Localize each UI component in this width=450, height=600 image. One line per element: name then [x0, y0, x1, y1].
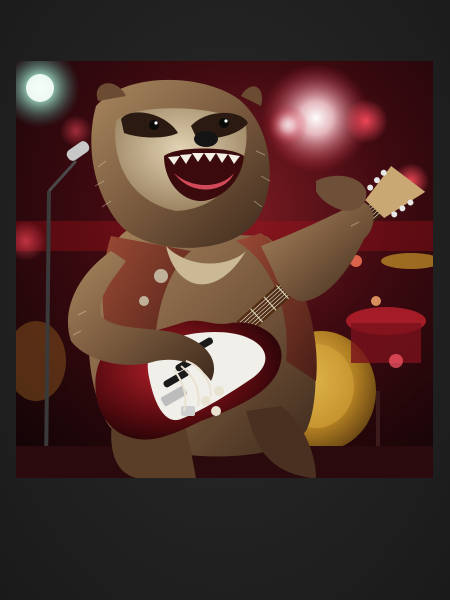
guitar-knob [201, 396, 211, 406]
tom-drum-shell [351, 323, 421, 363]
spotlight-left-core [26, 74, 54, 102]
sloth-eye-left [149, 120, 159, 130]
guitar-knob [211, 406, 221, 416]
concert-artwork [16, 61, 433, 478]
vest-stud [154, 269, 168, 283]
bokeh-light [371, 296, 381, 306]
bokeh-light [344, 99, 388, 143]
vest-stud [139, 296, 149, 306]
sloth-nose [194, 131, 218, 147]
eye-highlight [224, 119, 228, 123]
eye-highlight [154, 121, 158, 125]
print-backdrop [0, 0, 450, 600]
guitar-jack-plate [181, 406, 195, 416]
sloth-eye-right [219, 118, 229, 128]
sloth-rocker-illustration [16, 61, 433, 478]
spotlight-right-secondary [268, 105, 308, 145]
guitar-knob [214, 386, 224, 396]
bokeh-light [60, 115, 92, 147]
bokeh-light [389, 354, 403, 368]
